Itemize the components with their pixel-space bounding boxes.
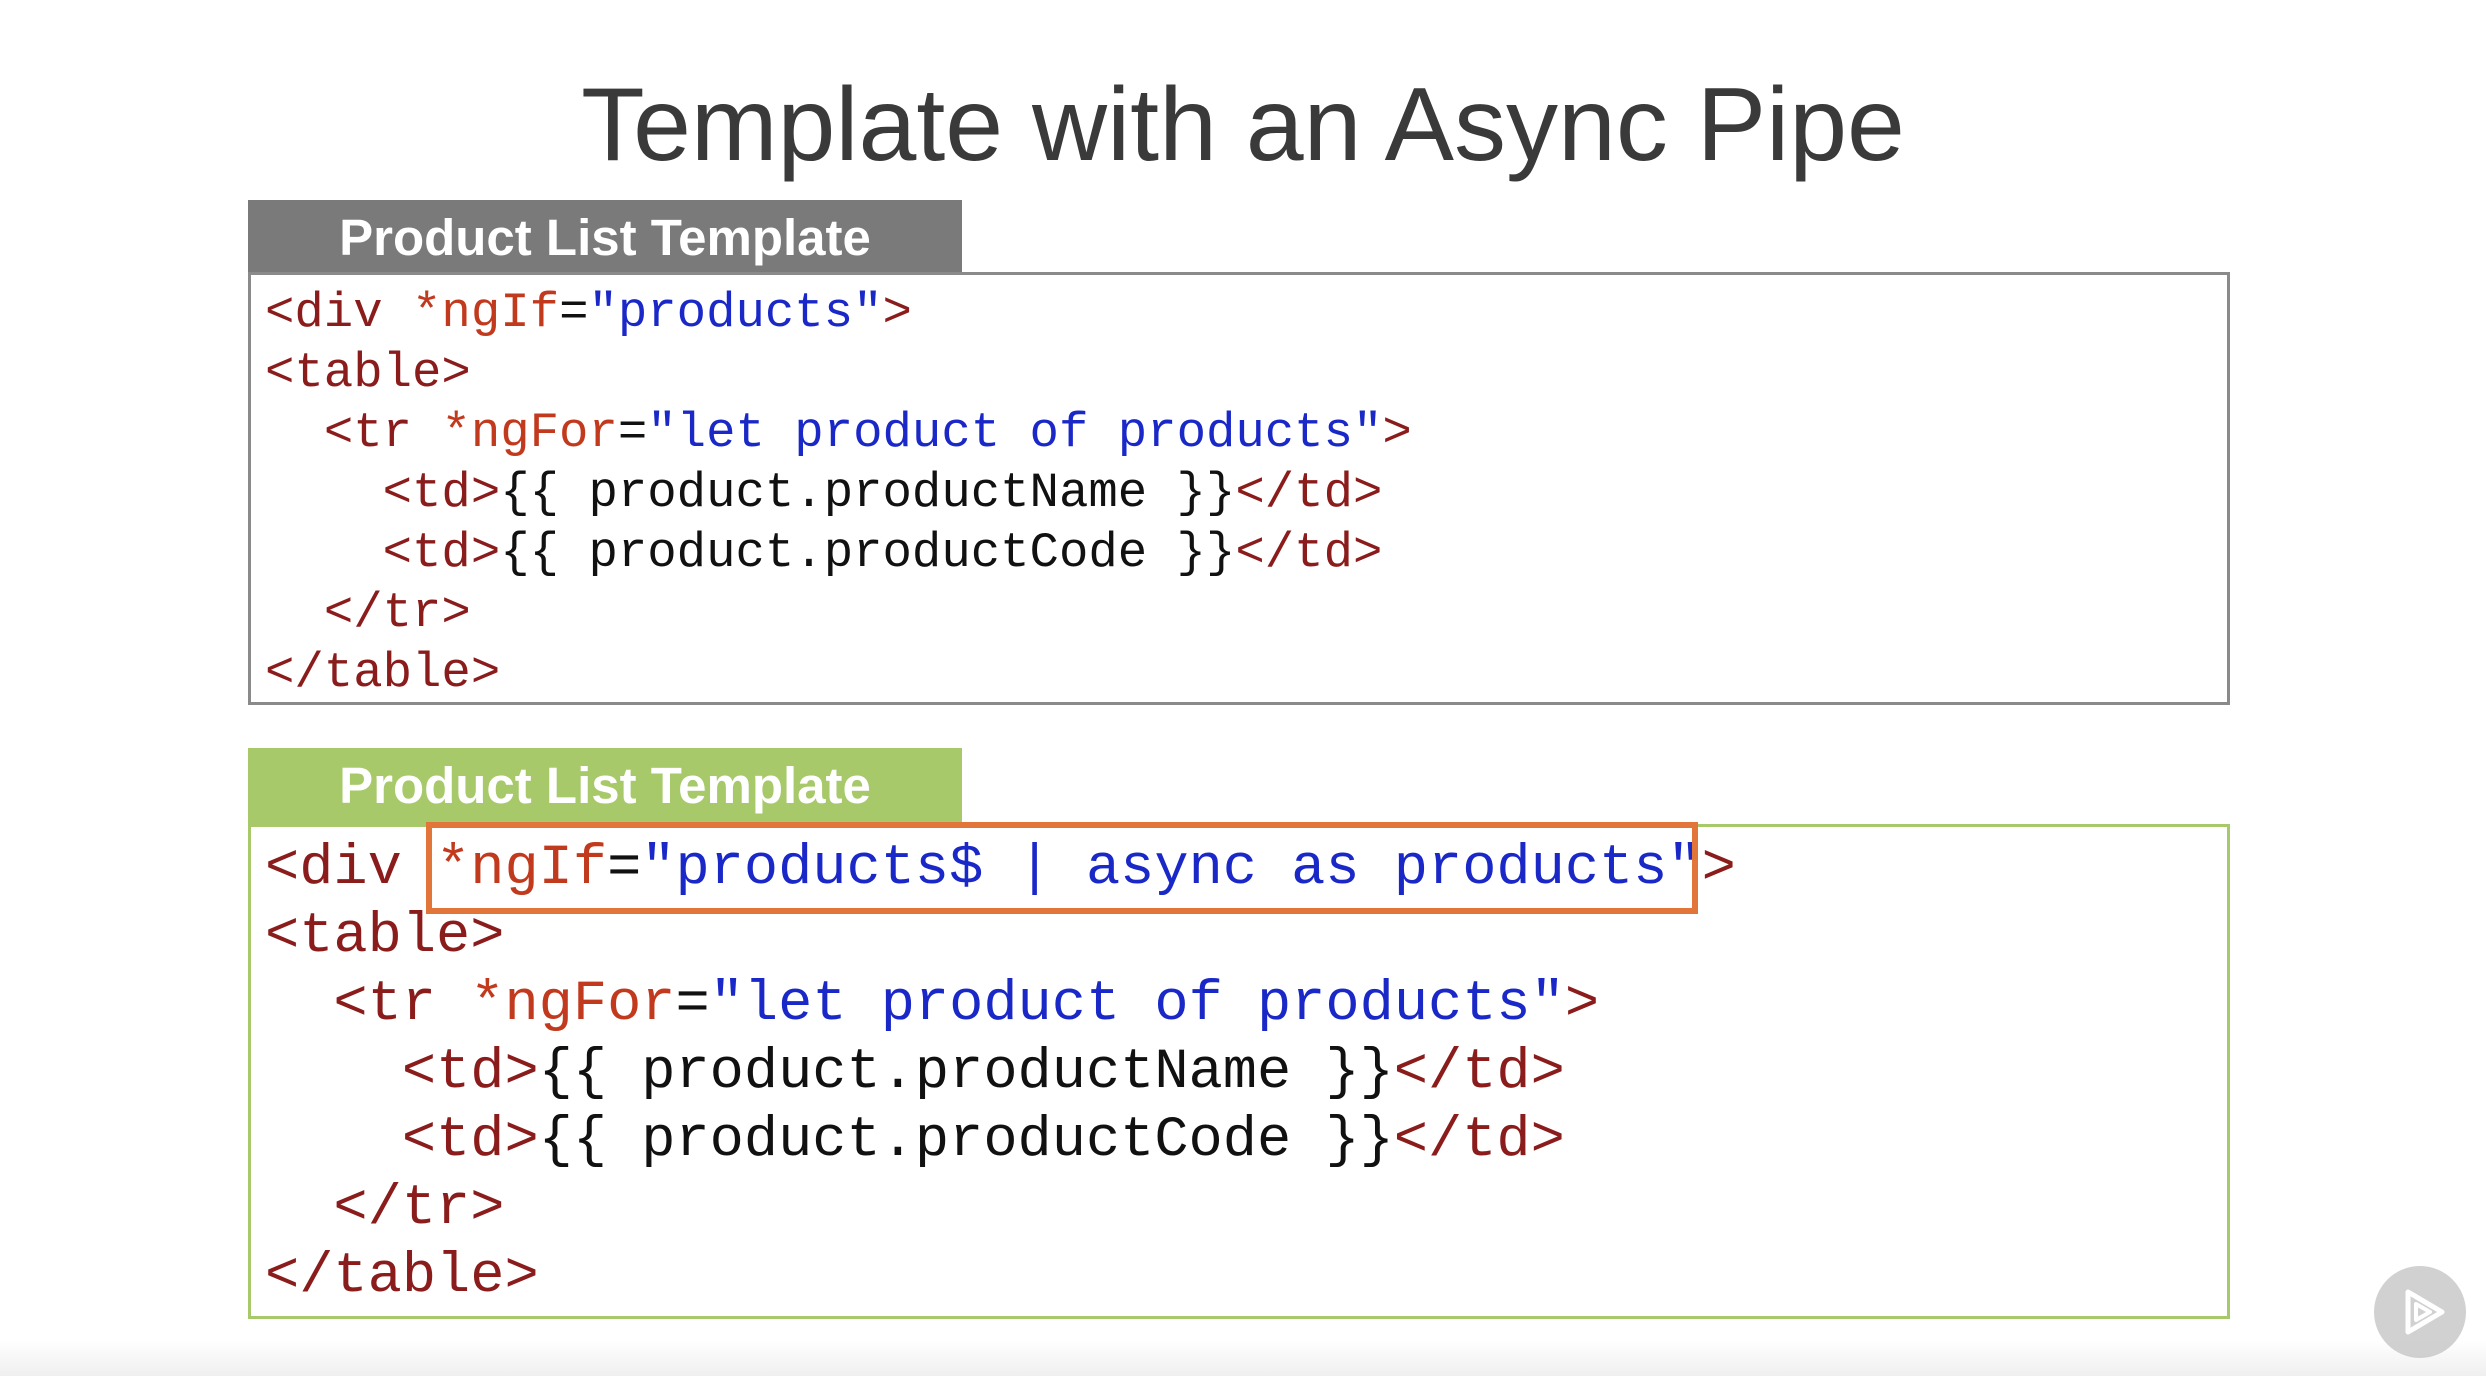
code-line: <td>{{ product.productName }}</td> [265, 1039, 1736, 1107]
code-token: "let product of products" [647, 405, 1383, 461]
play-button[interactable] [2374, 1266, 2466, 1358]
code-line: <div *ngIf="products"> [265, 283, 1412, 343]
code-token: "let product of products" [709, 973, 1565, 1037]
code-token: = [675, 973, 710, 1037]
slide-title: Template with an Async Pipe [581, 67, 1905, 183]
top-code-block: <div *ngIf="products"> <table> <tr *ngFor… [265, 283, 1412, 703]
code-line: <table> [265, 343, 1412, 403]
code-line: </tr> [265, 583, 1412, 643]
code-token: *ngFor [470, 973, 676, 1037]
code-line: <tr *ngFor="let product of products"> [265, 403, 1412, 463]
play-icon [2405, 1289, 2445, 1335]
code-line: </table> [265, 643, 1412, 703]
code-token: <table> [265, 905, 505, 969]
code-token: <td> [401, 1109, 539, 1173]
code-token: <table> [265, 345, 471, 401]
code-line: <td>{{ product.productCode }}</td> [265, 1107, 1736, 1175]
code-token: </tr> [333, 1177, 505, 1241]
bottom-panel-tab: Product List Template [248, 748, 962, 824]
code-token: {{ product.productName }} [538, 1041, 1394, 1105]
code-token: <td> [382, 465, 501, 521]
code-token: = [559, 285, 589, 341]
code-line: </table> [265, 1243, 1736, 1311]
top-code-panel: <div *ngIf="products"> <table> <tr *ngFor… [248, 272, 2230, 705]
code-token: > [882, 285, 912, 341]
player-bottom-bar [0, 1340, 2486, 1376]
code-token: {{ product.productName }} [500, 465, 1236, 521]
code-token: > [1701, 837, 1736, 901]
async-pipe-highlight [426, 822, 1698, 914]
code-token: <div [265, 285, 413, 341]
code-line: <tr *ngFor="let product of products"> [265, 971, 1736, 1039]
code-token: {{ product.productCode }} [538, 1109, 1394, 1173]
code-token: </table> [265, 645, 501, 701]
code-token: > [1564, 973, 1600, 1037]
code-token: <tr [333, 973, 471, 1037]
code-line: <td>{{ product.productCode }}</td> [265, 523, 1412, 583]
code-token: *ngIf [412, 285, 560, 341]
code-token: </td> [1393, 1109, 1565, 1173]
code-token: <td> [382, 525, 501, 581]
code-token: </tr> [323, 585, 471, 641]
code-token: <td> [401, 1041, 539, 1105]
code-token: <div [265, 837, 437, 901]
code-token: > [1382, 405, 1412, 461]
code-token: "products" [588, 285, 883, 341]
code-token: </td> [1235, 525, 1383, 581]
code-token: {{ product.productCode }} [500, 525, 1236, 581]
code-token: = [617, 405, 648, 461]
code-line: </tr> [265, 1175, 1736, 1243]
code-token: </table> [265, 1245, 539, 1309]
top-panel-tab: Product List Template [248, 200, 962, 276]
code-token: *ngFor [441, 405, 618, 461]
code-token: <tr [323, 405, 442, 461]
code-line: <td>{{ product.productName }}</td> [265, 463, 1412, 523]
code-token: </td> [1393, 1041, 1565, 1105]
code-token: </td> [1235, 465, 1383, 521]
